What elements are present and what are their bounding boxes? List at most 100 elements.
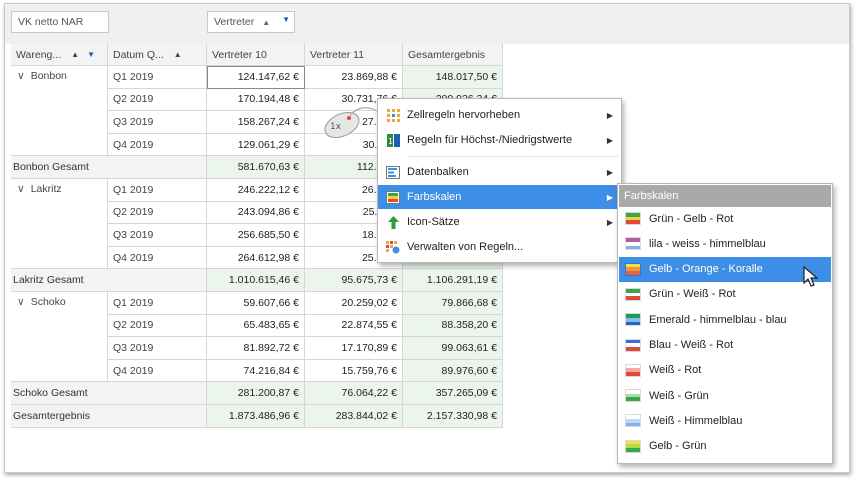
collapse-chevron-icon[interactable]: ∨ <box>17 70 25 82</box>
value-cell[interactable]: 129.061,29 € <box>207 133 305 157</box>
row-field-header-warengruppe[interactable]: Wareng... ▲ ▼ <box>11 44 108 66</box>
color-scale-swatch-icon <box>625 414 641 428</box>
subtotal-cell[interactable]: 357.265,09 € <box>403 382 503 405</box>
value-cell[interactable]: 243.094,86 € <box>207 201 305 225</box>
subtotal-cell[interactable]: 1.106.291,19 € <box>403 269 503 292</box>
filter-icon[interactable]: ▼ <box>282 15 290 24</box>
submenu-arrow-icon: ▶ <box>606 135 613 145</box>
quarter-row-header[interactable]: Q2 2019 <box>108 201 207 225</box>
color-scale-option[interactable]: Gelb - Grün <box>619 434 831 459</box>
quarter-row-header[interactable]: Q3 2019 <box>108 224 207 247</box>
value-cell[interactable]: 17.170,89 € <box>305 337 403 360</box>
color-scale-option[interactable]: Gelb - Orange - Koralle <box>619 256 831 282</box>
color-scale-option[interactable]: Grün - Gelb - Rot <box>619 206 831 231</box>
value-cell[interactable]: 20.259,02 € <box>305 292 403 315</box>
grand-total-cell[interactable]: 2.157.330,98 € <box>403 405 503 428</box>
value-cell[interactable]: 81.892,72 € <box>207 337 305 360</box>
subtotal-cell[interactable]: 76.064,22 € <box>305 382 403 405</box>
quarter-row-header[interactable]: Q2 2019 <box>108 88 207 112</box>
value-cell[interactable]: 22.874,55 € <box>305 314 403 338</box>
data-field-chip[interactable]: VK netto NAR <box>11 11 109 33</box>
menu-item-color-scales[interactable]: Farbskalen ▶ <box>378 185 621 209</box>
group-row-header[interactable]: ∨ Schoko <box>11 292 108 383</box>
group-row-header[interactable]: ∨ Bonbon <box>11 66 108 157</box>
sort-asc-icon[interactable]: ▲ <box>262 18 270 27</box>
mouse-pointer-icon <box>803 265 819 291</box>
color-scale-label: lila - weiss - himmelblau <box>649 237 766 250</box>
menu-item-manage-rules[interactable]: Verwalten von Regeln... <box>378 235 621 259</box>
group-subtotal-label: Lakritz Gesamt <box>11 269 207 292</box>
value-cell[interactable]: 246.222,12 € <box>207 179 305 202</box>
column-field-label: Vertreter <box>214 16 255 28</box>
collapse-chevron-icon[interactable]: ∨ <box>17 296 25 308</box>
grand-total-cell[interactable]: 1.873.486,96 € <box>207 405 305 428</box>
column-header[interactable]: Vertreter 10 <box>207 44 305 66</box>
color-scale-label: Weiß - Grün <box>649 389 709 402</box>
sort-asc-icon[interactable]: ▲ <box>71 50 79 59</box>
menu-separator <box>408 156 618 157</box>
row-total-cell[interactable]: 99.063,61 € <box>403 337 503 360</box>
value-cell[interactable]: 59.607,66 € <box>207 292 305 315</box>
subtotal-cell[interactable]: 281.200,87 € <box>207 382 305 405</box>
color-scale-option[interactable]: Weiß - Rot <box>619 358 831 383</box>
color-scale-option[interactable]: Emerald - himmelblau - blau <box>619 307 831 332</box>
row-field-label: Datum Q... <box>113 48 164 61</box>
value-cell[interactable]: 158.267,24 € <box>207 111 305 134</box>
color-scale-option[interactable]: lila - weiss - himmelblau <box>619 231 831 256</box>
color-scale-label: Weiß - Rot <box>649 364 702 377</box>
color-scale-option[interactable]: Grün - Weiß - Rot <box>619 282 831 307</box>
value-cell[interactable]: 256.685,50 € <box>207 224 305 247</box>
color-scale-swatch-icon <box>625 338 641 352</box>
row-total-cell[interactable]: 88.358,20 € <box>403 314 503 338</box>
value-cell[interactable]: 15.759,76 € <box>305 359 403 383</box>
color-scale-option[interactable]: Weiß - Grün <box>619 383 831 408</box>
menu-item-top-bottom-rules[interactable]: 1 Regeln für Höchst-/Niedrigstwerte ▶ <box>378 128 621 152</box>
menu-item-label: Verwalten von Regeln... <box>407 241 524 253</box>
subtotal-cell[interactable]: 95.675,73 € <box>305 269 403 292</box>
value-cell[interactable]: 264.612,98 € <box>207 246 305 270</box>
group-label: Bonbon <box>30 70 67 82</box>
data-field-label: VK netto NAR <box>18 16 84 28</box>
menu-item-label: Regeln für Höchst-/Niedrigstwerte <box>407 134 573 146</box>
color-scale-swatch-icon <box>625 313 641 327</box>
value-cell[interactable]: 124.147,62 € <box>207 66 305 89</box>
group-subtotal-label: Bonbon Gesamt <box>11 156 207 179</box>
quarter-row-header[interactable]: Q1 2019 <box>108 66 207 89</box>
top-bottom-rules-icon: 1 <box>386 133 400 147</box>
value-cell[interactable]: 23.869,88 € <box>305 66 403 89</box>
sort-asc-icon[interactable]: ▲ <box>174 50 182 59</box>
grand-total-cell[interactable]: 283.844,02 € <box>305 405 403 428</box>
menu-item-data-bars[interactable]: Datenbalken ▶ <box>378 160 621 184</box>
group-label: Lakritz <box>30 183 62 195</box>
color-scale-label: Grün - Gelb - Rot <box>649 212 734 225</box>
quarter-row-header[interactable]: Q3 2019 <box>108 111 207 134</box>
quarter-row-header[interactable]: Q4 2019 <box>108 133 207 157</box>
column-header[interactable]: Gesamtergebnis <box>403 44 503 66</box>
subtotal-cell[interactable]: 1.010.615,46 € <box>207 269 305 292</box>
quarter-row-header[interactable]: Q2 2019 <box>108 314 207 338</box>
collapse-chevron-icon[interactable]: ∨ <box>17 183 25 195</box>
row-total-cell[interactable]: 89.976,60 € <box>403 359 503 383</box>
color-scale-option[interactable]: Weiß - Himmelblau <box>619 408 831 433</box>
quarter-row-header[interactable]: Q4 2019 <box>108 359 207 383</box>
quarter-row-header[interactable]: Q1 2019 <box>108 179 207 202</box>
column-header[interactable]: Vertreter 11 <box>305 44 403 66</box>
filter-icon[interactable]: ▼ <box>87 50 95 59</box>
color-scale-swatch-icon <box>625 262 641 276</box>
column-field-chip[interactable]: Vertreter ▲ ▼ <box>207 11 295 33</box>
row-field-header-datum[interactable]: Datum Q... ▲ <box>108 44 207 66</box>
color-scale-swatch-icon <box>625 439 641 453</box>
row-total-cell[interactable]: 79.866,68 € <box>403 292 503 315</box>
color-scale-option[interactable]: Blau - Weiß - Rot <box>619 333 831 358</box>
quarter-row-header[interactable]: Q1 2019 <box>108 292 207 315</box>
quarter-row-header[interactable]: Q4 2019 <box>108 246 207 270</box>
value-cell[interactable]: 65.483,65 € <box>207 314 305 338</box>
menu-item-icon-sets[interactable]: Icon-Sätze ▶ <box>378 210 621 234</box>
value-cell[interactable]: 170.194,48 € <box>207 88 305 112</box>
menu-item-highlight-cells[interactable]: Zellregeln hervorheben ▶ <box>378 103 621 127</box>
group-row-header[interactable]: ∨ Lakritz <box>11 179 108 270</box>
row-total-cell[interactable]: 148.017,50 € <box>403 66 503 89</box>
value-cell[interactable]: 74.216,84 € <box>207 359 305 383</box>
quarter-row-header[interactable]: Q3 2019 <box>108 337 207 360</box>
subtotal-cell[interactable]: 581.670,63 € <box>207 156 305 179</box>
